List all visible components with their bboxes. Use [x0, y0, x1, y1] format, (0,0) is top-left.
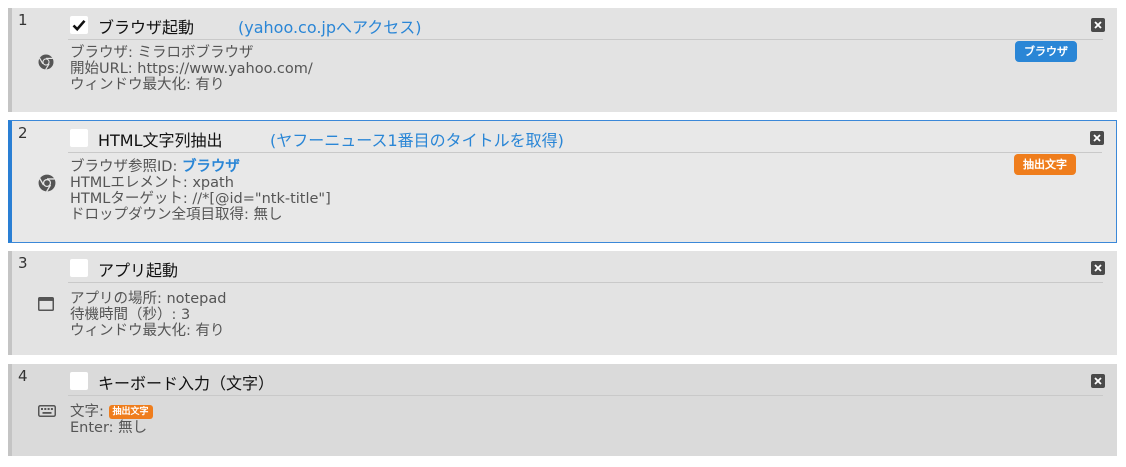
- checkmark-icon: [72, 19, 86, 32]
- prop-enter: Enter: 無し: [70, 420, 148, 436]
- step-title: ブラウザ起動: [98, 18, 195, 37]
- close-icon: [1093, 134, 1101, 142]
- step-checkbox[interactable]: [70, 129, 88, 147]
- step-number: 3: [18, 254, 28, 272]
- title-divider: [68, 39, 1103, 40]
- prop-browser-ref: ブラウザ参照ID: ブラウザ: [70, 159, 331, 175]
- step-properties: ブラウザ: ミラロボブラウザ 開始URL: https://www.yahoo.…: [70, 45, 313, 93]
- prop-browser: ブラウザ: ミラロボブラウザ: [70, 45, 254, 61]
- close-button[interactable]: [1091, 18, 1105, 32]
- step-checkbox[interactable]: [70, 259, 88, 277]
- step-properties: 文字: 抽出文字 Enter: 無し: [70, 404, 153, 436]
- step-3[interactable]: 3 アプリ起動 アプリの場所: notepad 待機時間（秒）: 3 ウィンドウ…: [8, 251, 1117, 355]
- close-button[interactable]: [1091, 261, 1105, 275]
- step-number: 1: [18, 11, 28, 29]
- chrome-icon: [38, 54, 54, 74]
- step-number: 4: [18, 367, 28, 385]
- prop-browser-ref-label: ブラウザ参照ID:: [70, 159, 182, 175]
- title-divider: [68, 282, 1103, 283]
- close-icon: [1094, 377, 1102, 385]
- close-button[interactable]: [1091, 374, 1105, 388]
- step-properties: アプリの場所: notepad 待機時間（秒）: 3 ウィンドウ最大化: 有り: [70, 291, 226, 339]
- window-icon: [38, 296, 54, 315]
- step-title: HTML文字列抽出: [98, 131, 223, 150]
- close-icon: [1094, 21, 1102, 29]
- prop-wait-time: 待機時間（秒）: 3: [70, 307, 191, 323]
- title-divider: [68, 395, 1103, 396]
- step-1[interactable]: 1 ブラウザ起動 (yahoo.co.jpへアクセス) ブラウザ: ミラロボブラ…: [8, 8, 1117, 112]
- browser-ref-link[interactable]: ブラウザ: [182, 159, 240, 175]
- step-checkbox[interactable]: [70, 372, 88, 390]
- step-4[interactable]: 4 キーボード入力（文字） 文字: 抽出文字 Enter: 無し: [8, 364, 1117, 456]
- step-title: アプリ起動: [98, 261, 179, 280]
- title-divider: [68, 152, 1102, 153]
- prop-text-label: 文字:: [70, 404, 109, 420]
- prop-start-url: 開始URL: https://www.yahoo.com/: [70, 61, 313, 77]
- extract-text-badge: 抽出文字: [108, 405, 153, 419]
- prop-maximize: ウィンドウ最大化: 有り: [70, 323, 225, 339]
- prop-text: 文字: 抽出文字: [70, 404, 153, 420]
- extract-text-badge: 抽出文字: [1014, 154, 1076, 175]
- step-properties: ブラウザ参照ID: ブラウザ HTMLエレメント: xpath HTMLターゲッ…: [70, 159, 331, 223]
- step-title: キーボード入力（文字）: [98, 374, 275, 393]
- step-2[interactable]: 2 HTML文字列抽出 (ヤフーニュース1番目のタイトルを取得) ブラウザ参照I…: [8, 120, 1117, 243]
- step-note: (ヤフーニュース1番目のタイトルを取得): [270, 131, 564, 150]
- prop-dropdown: ドロップダウン全項目取得: 無し: [70, 207, 283, 223]
- step-checkbox[interactable]: [70, 16, 88, 34]
- chrome-icon: [38, 174, 56, 196]
- browser-badge: ブラウザ: [1015, 41, 1077, 62]
- step-number: 2: [18, 124, 28, 142]
- prop-app-path: アプリの場所: notepad: [70, 291, 227, 307]
- step-note: (yahoo.co.jpへアクセス): [238, 18, 422, 37]
- prop-maximize: ウィンドウ最大化: 有り: [70, 77, 225, 93]
- close-icon: [1094, 264, 1102, 272]
- keyboard-icon: [38, 402, 56, 421]
- prop-html-target: HTMLターゲット: //*[@id="ntk-title"]: [70, 191, 331, 207]
- close-button[interactable]: [1090, 131, 1104, 145]
- prop-html-element: HTMLエレメント: xpath: [70, 175, 234, 191]
